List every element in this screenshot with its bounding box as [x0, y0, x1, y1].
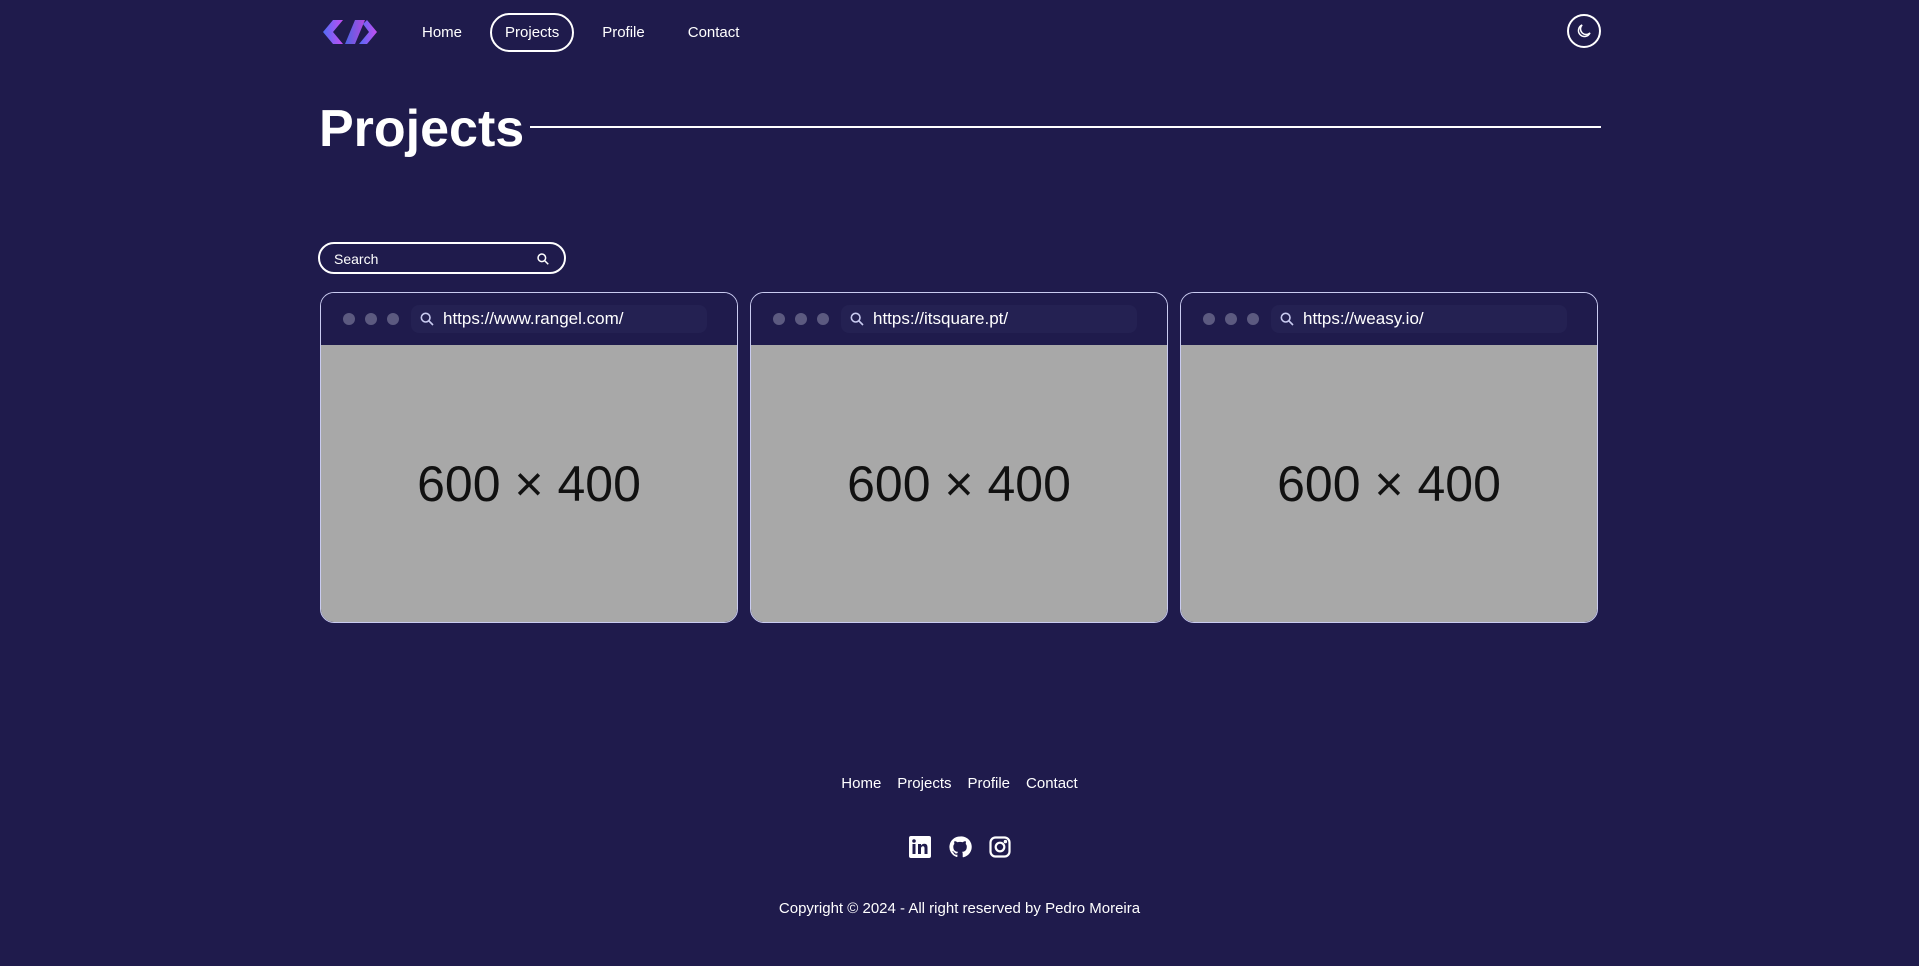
project-url[interactable]: https://itsquare.pt/: [873, 309, 1008, 329]
project-url[interactable]: https://weasy.io/: [1303, 309, 1424, 329]
search-box: [318, 242, 566, 274]
browser-bar: https://itsquare.pt/: [751, 293, 1167, 345]
project-thumbnail: 600 × 400: [321, 345, 737, 622]
theme-toggle-button[interactable]: [1567, 14, 1601, 48]
project-thumbnail: 600 × 400: [1181, 345, 1597, 622]
project-card[interactable]: https://www.rangel.com/ 600 × 400: [320, 292, 738, 623]
search-icon: [1280, 312, 1294, 326]
title-divider: [530, 126, 1601, 128]
window-dot: [1225, 313, 1237, 325]
footer-projects-link[interactable]: Projects: [897, 775, 951, 797]
window-dot: [773, 313, 785, 325]
social-links: [0, 835, 1919, 861]
top-navigation-bar: Home Projects Profile Contact: [319, 12, 1601, 52]
window-dot: [795, 313, 807, 325]
linkedin-icon[interactable]: [908, 835, 932, 859]
nav-home-link[interactable]: Home: [407, 13, 477, 52]
page-title: Projects: [319, 100, 525, 158]
project-card[interactable]: https://weasy.io/ 600 × 400: [1180, 292, 1598, 623]
search-icon: [850, 312, 864, 326]
nav-contact-link[interactable]: Contact: [673, 13, 755, 52]
nav-profile-link[interactable]: Profile: [587, 13, 660, 52]
window-dot: [387, 313, 399, 325]
search-icon: [420, 312, 434, 326]
thumbnail-size-label: 600 × 400: [847, 455, 1071, 512]
browser-bar: https://weasy.io/: [1181, 293, 1597, 345]
main-nav: Home Projects Profile Contact: [407, 12, 767, 52]
browser-bar: https://www.rangel.com/: [321, 293, 737, 345]
url-bar: https://www.rangel.com/: [411, 305, 707, 333]
search-input[interactable]: [332, 248, 532, 270]
copyright-text: Copyright © 2024 - All right reserved by…: [778, 900, 1141, 917]
footer-nav: Home Projects Profile Contact: [0, 775, 1919, 797]
project-url[interactable]: https://www.rangel.com/: [443, 309, 623, 329]
project-thumbnail: 600 × 400: [751, 345, 1167, 622]
thumbnail-size-label: 600 × 400: [1277, 455, 1501, 512]
window-dot: [343, 313, 355, 325]
instagram-icon[interactable]: [988, 835, 1012, 859]
nav-projects-link[interactable]: Projects: [490, 12, 575, 52]
footer-contact-link[interactable]: Contact: [1026, 775, 1078, 797]
search-icon[interactable]: [536, 252, 550, 266]
window-dot: [1203, 313, 1215, 325]
page-title-row: Projects: [319, 98, 1601, 160]
github-icon[interactable]: [948, 835, 972, 859]
code-brackets-logo-icon[interactable]: [319, 18, 379, 46]
window-dot: [365, 313, 377, 325]
footer-home-link[interactable]: Home: [841, 775, 881, 797]
url-bar: https://itsquare.pt/: [841, 305, 1137, 333]
window-dot: [817, 313, 829, 325]
footer-profile-link[interactable]: Profile: [967, 775, 1010, 797]
moon-icon: [1577, 24, 1591, 38]
thumbnail-size-label: 600 × 400: [417, 455, 641, 512]
projects-grid: https://www.rangel.com/ 600 × 400 https:…: [320, 292, 1600, 624]
window-dot: [1247, 313, 1259, 325]
url-bar: https://weasy.io/: [1271, 305, 1567, 333]
project-card[interactable]: https://itsquare.pt/ 600 × 400: [750, 292, 1168, 623]
